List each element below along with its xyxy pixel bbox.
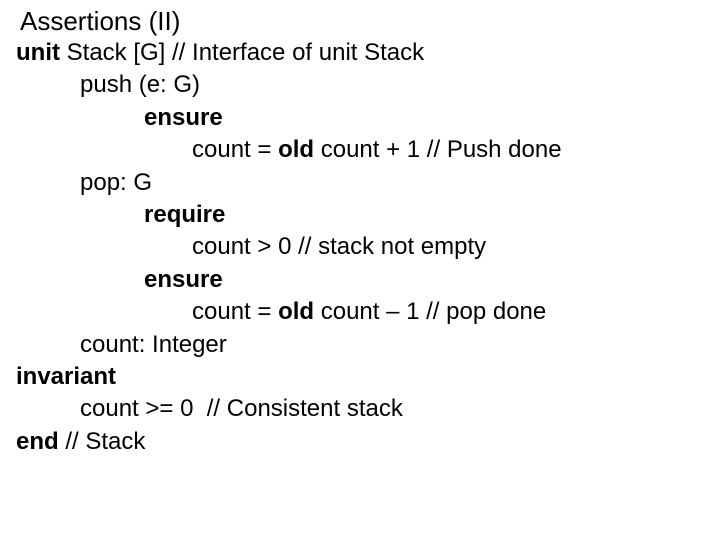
code-line-push: push (e: G) bbox=[16, 69, 710, 101]
text-pop-post-b: count – 1 // pop done bbox=[314, 298, 546, 325]
code-line-ensure-pop: ensure bbox=[16, 264, 710, 296]
code-line-pop-post: count = old count – 1 // pop done bbox=[16, 296, 710, 328]
keyword-end: end bbox=[16, 428, 59, 455]
keyword-ensure: ensure bbox=[144, 104, 223, 131]
code-line-pop-pre: count > 0 // stack not empty bbox=[16, 231, 710, 263]
code-line-push-post: count = old count + 1 // Push done bbox=[16, 134, 710, 166]
slide-content: Assertions (II) unit Stack [G] // Interf… bbox=[0, 0, 720, 468]
code-line-count: count: Integer bbox=[16, 329, 710, 361]
text-end-rest: // Stack bbox=[59, 428, 146, 455]
code-line-pop: pop: G bbox=[16, 167, 710, 199]
text-push-post-b: count + 1 // Push done bbox=[314, 136, 562, 163]
keyword-require: require bbox=[144, 201, 225, 228]
code-line-unit: unit Stack [G] // Interface of unit Stac… bbox=[16, 37, 710, 69]
keyword-old-2: old bbox=[278, 298, 314, 325]
keyword-ensure-2: ensure bbox=[144, 266, 223, 293]
slide-title: Assertions (II) bbox=[16, 4, 710, 39]
text-pop-post-a: count = bbox=[192, 298, 278, 325]
code-line-invariant: invariant bbox=[16, 361, 710, 393]
code-line-ensure-push: ensure bbox=[16, 102, 710, 134]
code-line-invariant-cond: count >= 0 // Consistent stack bbox=[16, 393, 710, 425]
keyword-invariant: invariant bbox=[16, 363, 116, 390]
text-push-post-a: count = bbox=[192, 136, 278, 163]
keyword-unit: unit bbox=[16, 39, 60, 66]
keyword-old: old bbox=[278, 136, 314, 163]
code-line-require-pop: require bbox=[16, 199, 710, 231]
text-unit-rest: Stack [G] // Interface of unit Stack bbox=[60, 39, 424, 66]
code-line-end: end // Stack bbox=[16, 426, 710, 458]
